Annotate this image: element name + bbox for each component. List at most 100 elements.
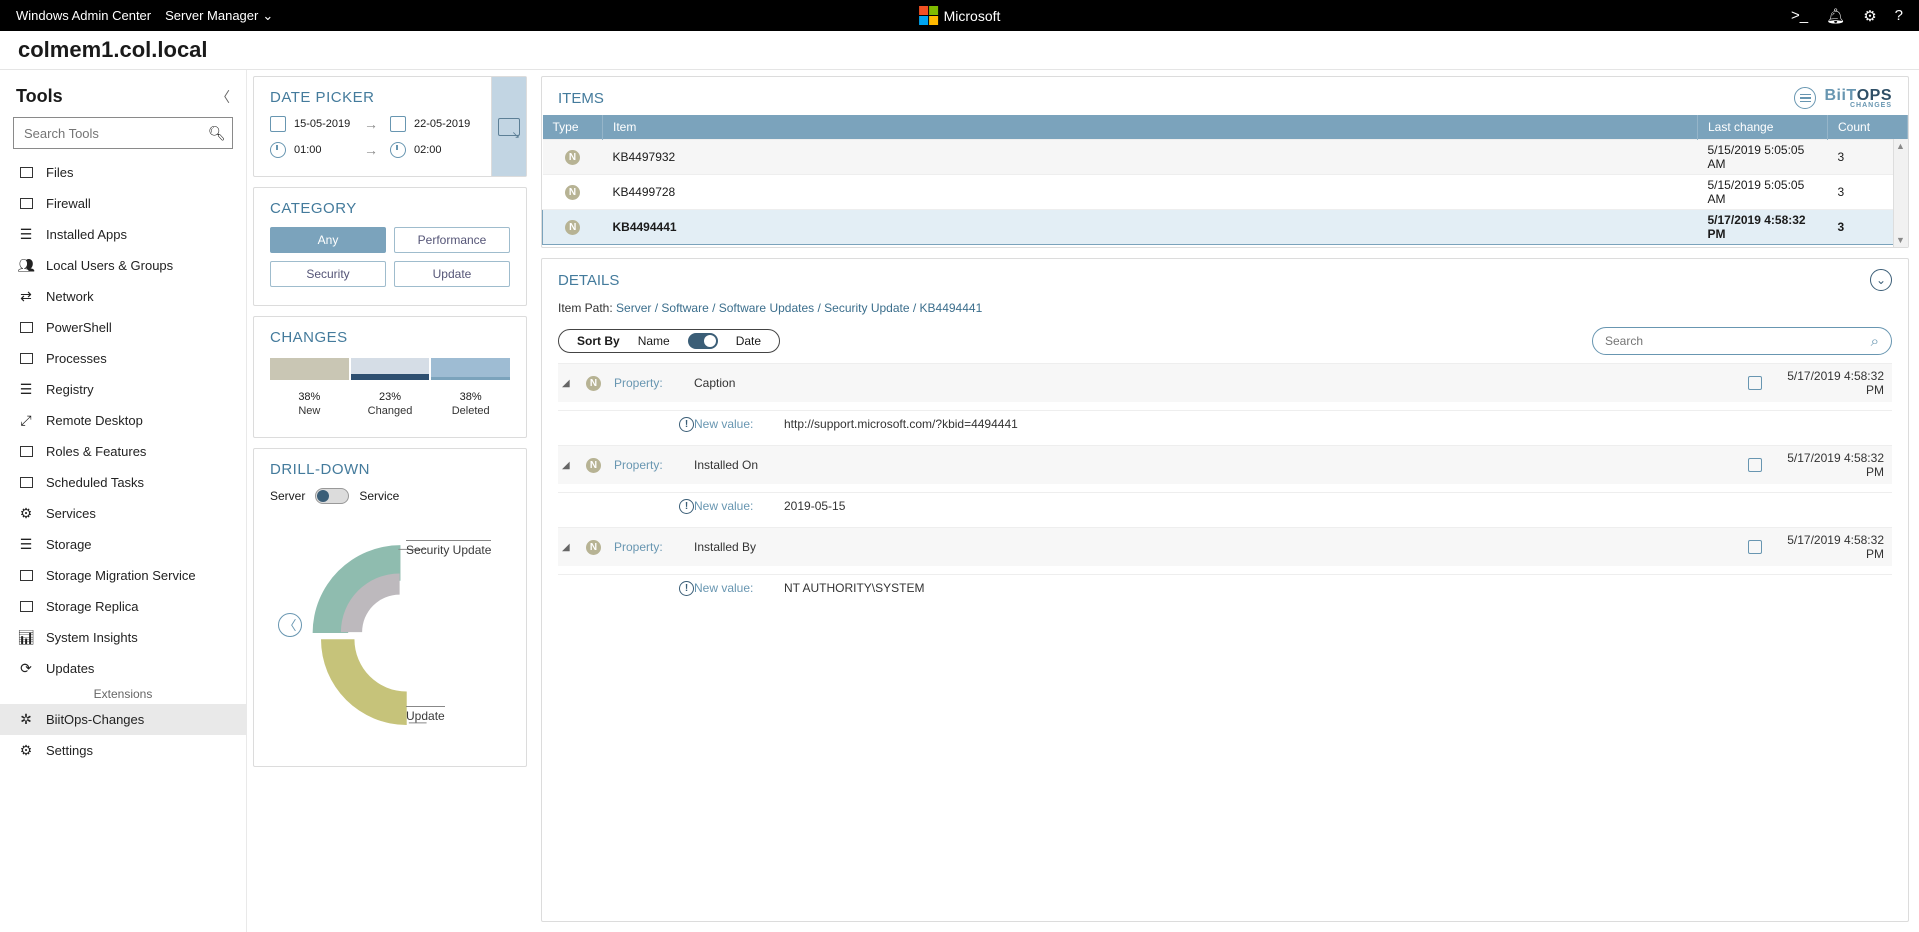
expand-icon[interactable]: ◢ — [562, 460, 586, 471]
sidebar-item-files[interactable]: Files — [0, 157, 246, 188]
sidebar-item-biitops-changes[interactable]: ✲BiitOps-Changes — [0, 704, 246, 735]
col-count[interactable]: Count — [1828, 115, 1908, 140]
changes-card: CHANGES 38%New 23%Changed 38%Deleted — [253, 316, 527, 438]
table-row[interactable]: N KB4499728 5/15/2019 5:05:05 AM 3 — [543, 175, 1908, 210]
to-date[interactable]: 22-05-2019 — [414, 118, 470, 130]
expand-icon[interactable]: ◢ — [562, 542, 586, 553]
sidebar-item-label: Services — [46, 506, 96, 521]
tools-list[interactable]: Files Firewall ☰Installed Apps 👥︎Local U… — [0, 157, 246, 932]
detail-row[interactable]: ◢ N Property: Installed By 5/17/2019 4:5… — [558, 527, 1892, 566]
arrow-right-icon: → — [364, 142, 378, 158]
processes-icon — [18, 351, 34, 367]
sort-pill[interactable]: Sort By Name Date — [558, 329, 780, 353]
sidebar-item-label: Processes — [46, 351, 107, 366]
date-picker-title: DATE PICKER — [270, 89, 483, 106]
sidebar-item-storage[interactable]: ☰Storage — [0, 529, 246, 560]
scrollbar[interactable] — [1893, 139, 1908, 247]
notifications-icon[interactable]: 🔔︎ — [1826, 7, 1845, 25]
new-badge-icon: N — [586, 376, 601, 391]
server-hostname: colmem1.col.local — [18, 37, 208, 63]
console-icon[interactable]: >_ — [1791, 7, 1808, 25]
sort-toggle[interactable] — [688, 333, 718, 349]
details-title: DETAILS — [558, 272, 619, 289]
sidebar-item-processes[interactable]: Processes — [0, 343, 246, 374]
help-icon[interactable]: ? — [1895, 7, 1903, 25]
sidebar-item-powershell[interactable]: PowerShell — [0, 312, 246, 343]
apply-date-button[interactable] — [491, 77, 526, 176]
search-tools-input[interactable] — [24, 126, 200, 141]
items-table: Type Item Last change Count N KB4497932 … — [542, 115, 1908, 245]
item-path-value[interactable]: Server / Software / Software Updates / S… — [616, 301, 982, 315]
expand-icon[interactable]: ◢ — [562, 378, 586, 389]
changed-pct: 23% — [351, 390, 430, 404]
sidebar-item-settings[interactable]: ⚙︎Settings — [0, 735, 246, 766]
sidebar-item-network[interactable]: ⇄Network — [0, 281, 246, 312]
drill-back-button[interactable]: 〈 — [278, 613, 302, 637]
sidebar-item-scheduled-tasks[interactable]: Scheduled Tasks — [0, 467, 246, 498]
sidebar-item-installed-apps[interactable]: ☰Installed Apps — [0, 219, 246, 250]
sidebar-item-services[interactable]: ⚙︎Services — [0, 498, 246, 529]
sidebar-item-label: Updates — [46, 661, 94, 676]
drill-label-bot[interactable]: Update — [406, 706, 445, 723]
drilldown-toggle[interactable] — [315, 488, 349, 504]
sidebar-item-firewall[interactable]: Firewall — [0, 188, 246, 219]
deleted-label: Deleted — [431, 404, 510, 418]
new-badge-icon: N — [565, 220, 580, 235]
search-tools-box[interactable]: 🔍︎ — [13, 117, 233, 149]
items-title: ITEMS — [558, 90, 604, 107]
sidebar-item-registry[interactable]: ☰Registry — [0, 374, 246, 405]
from-date[interactable]: 15-05-2019 — [294, 118, 350, 130]
col-item[interactable]: Item — [603, 115, 1698, 140]
sidebar-item-label: BiitOps-Changes — [46, 712, 144, 727]
drill-label-top[interactable]: Security Update — [406, 540, 491, 557]
details-search-box[interactable]: ⌕ — [1592, 327, 1892, 355]
server-manager-dropdown[interactable]: Server Manager ⌄ — [165, 8, 273, 24]
col-last[interactable]: Last change — [1698, 115, 1828, 140]
sidebar-item-system-insights[interactable]: 📊︎System Insights — [0, 622, 246, 653]
to-time[interactable]: 02:00 — [414, 144, 442, 156]
details-search-input[interactable] — [1605, 334, 1871, 348]
property-label: Property: — [614, 376, 694, 390]
apps-icon: ☰ — [18, 227, 34, 243]
sidebar-item-label: Firewall — [46, 196, 91, 211]
sidebar-item-storage-replica[interactable]: Storage Replica — [0, 591, 246, 622]
item-name: KB4499728 — [603, 175, 1698, 210]
sidebar-item-updates[interactable]: ⟳Updates — [0, 653, 246, 684]
category-btn-update[interactable]: Update — [394, 261, 510, 287]
category-btn-any[interactable]: Any — [270, 227, 386, 253]
detail-row[interactable]: ◢ N Property: Installed On 5/17/2019 4:5… — [558, 445, 1892, 484]
collapse-details-icon[interactable]: ⌄ — [1870, 269, 1892, 291]
sidebar-item-remote-desktop[interactable]: ⤢Remote Desktop — [0, 405, 246, 436]
bar-deleted[interactable] — [431, 358, 510, 380]
property-name: Caption — [694, 376, 784, 390]
settings-gear-icon[interactable]: ⚙ — [1863, 7, 1876, 25]
gear-icon: ⚙︎ — [18, 743, 34, 759]
table-row-selected[interactable]: N KB4494441 5/17/2019 4:58:32 PM 3 — [543, 210, 1908, 245]
from-time[interactable]: 01:00 — [294, 144, 322, 156]
sidebar-item-storage-migration[interactable]: Storage Migration Service — [0, 560, 246, 591]
sidebar-item-local-users[interactable]: 👥︎Local Users & Groups — [0, 250, 246, 281]
item-last: 5/15/2019 5:05:05 AM — [1698, 140, 1828, 175]
sidebar-item-roles[interactable]: Roles & Features — [0, 436, 246, 467]
table-row[interactable]: N KB4497932 5/15/2019 5:05:05 AM 3 — [543, 140, 1908, 175]
biitops-logo: BiiTOPS CHANGES — [1824, 87, 1892, 109]
detail-subrow: ! New value: http://support.microsoft.co… — [558, 410, 1892, 437]
app-name[interactable]: Windows Admin Center — [16, 8, 151, 23]
detail-row[interactable]: ◢ N Property: Caption 5/17/2019 4:58:32 … — [558, 363, 1892, 402]
category-btn-performance[interactable]: Performance — [394, 227, 510, 253]
collapse-sidebar-icon[interactable]: 〈 — [216, 87, 230, 107]
sort-date[interactable]: Date — [736, 334, 761, 348]
timestamp: 5/17/2019 4:58:32 PM — [1768, 533, 1884, 561]
panel-menu-icon[interactable] — [1794, 87, 1816, 109]
drilldown-card: DRILL-DOWN Server Service — [253, 448, 527, 767]
items-panel: ITEMS BiiTOPS CHANGES Type Item — [541, 76, 1909, 248]
category-btn-security[interactable]: Security — [270, 261, 386, 287]
bar-changed[interactable] — [351, 358, 430, 380]
tools-sidebar: Tools 〈 🔍︎ Files Firewall ☰Installed App… — [0, 70, 247, 932]
detail-subrow: ! New value: 2019-05-15 — [558, 492, 1892, 519]
ms-brand: Microsoft — [919, 6, 1001, 25]
sidebar-item-label: Storage — [46, 537, 92, 552]
col-type[interactable]: Type — [543, 115, 603, 140]
sort-name[interactable]: Name — [638, 334, 670, 348]
bar-new[interactable] — [270, 358, 349, 380]
